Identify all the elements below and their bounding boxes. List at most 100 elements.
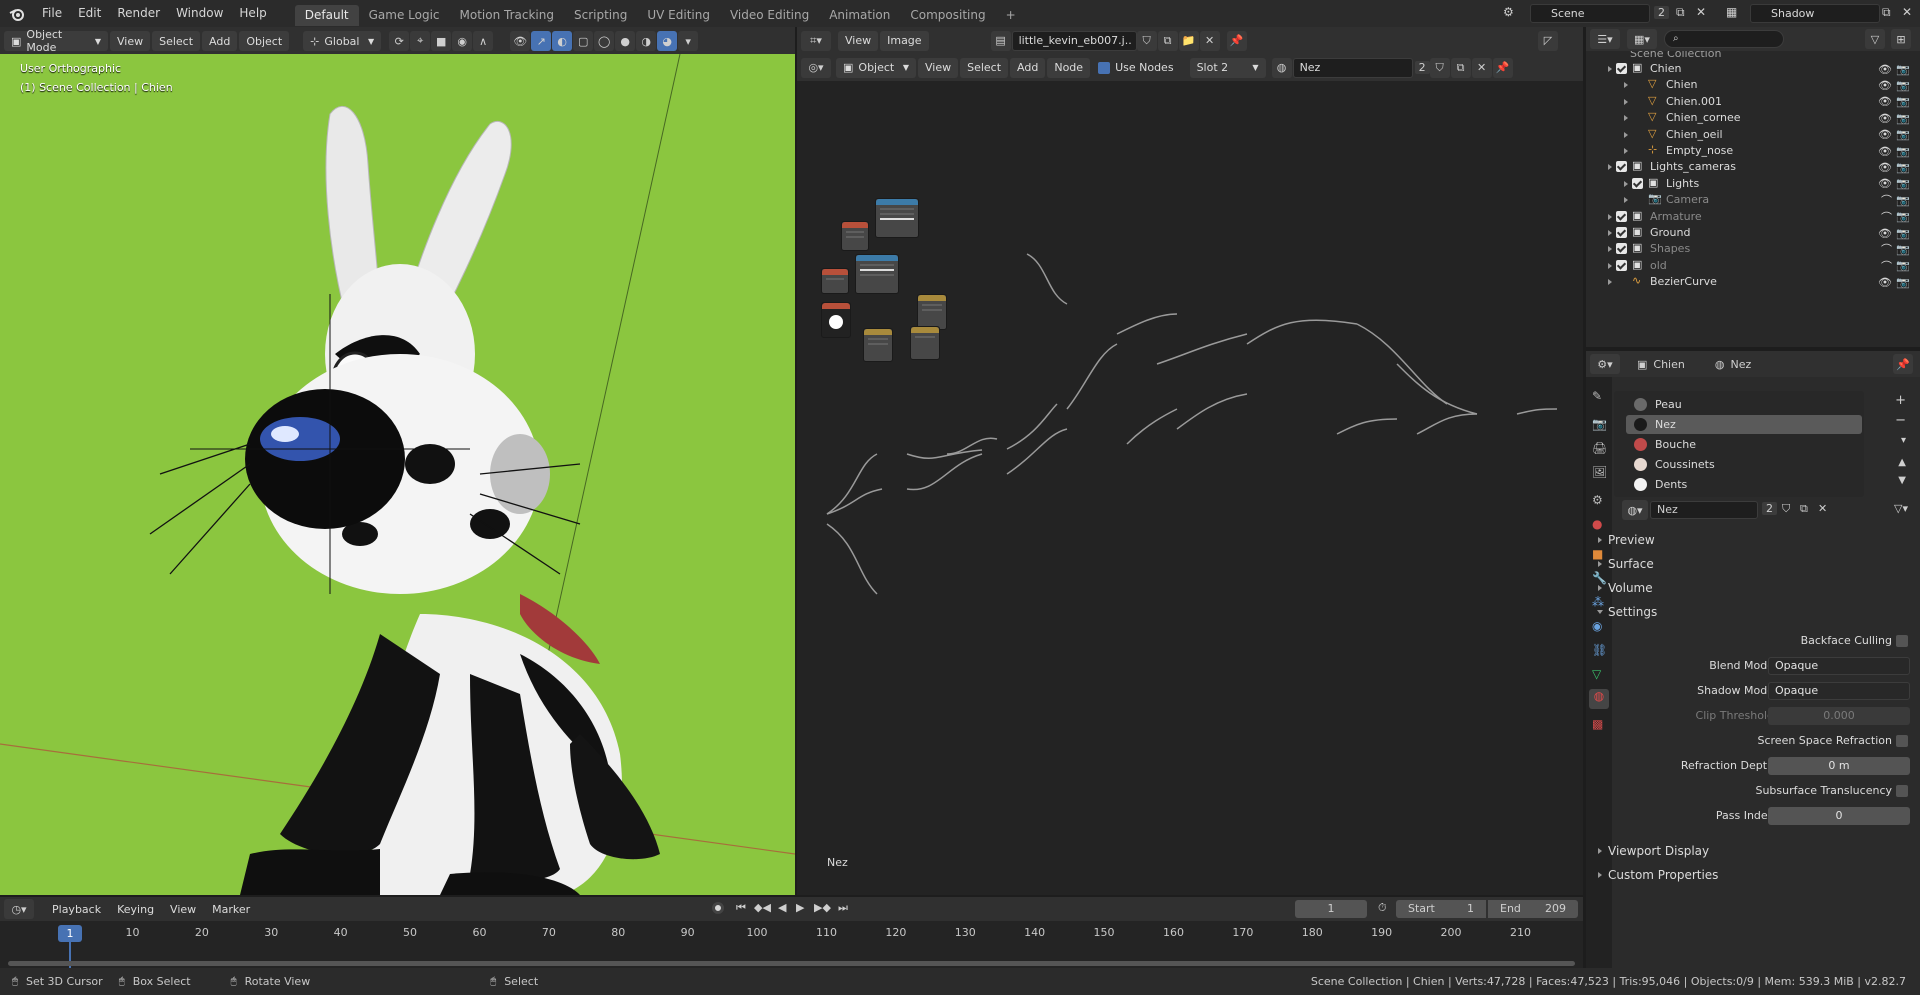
slot-specials-icon[interactable]: ▾ xyxy=(1901,435,1906,446)
blender-logo-icon[interactable] xyxy=(0,0,34,27)
expand-arrow-icon[interactable] xyxy=(1608,66,1612,72)
render-camera-icon[interactable]: 📷 xyxy=(1896,63,1910,76)
tab-animation[interactable]: Animation xyxy=(819,5,900,26)
new-image-icon[interactable]: ⧉ xyxy=(1157,30,1178,51)
scene-icon[interactable]: ⚙ xyxy=(1503,5,1514,19)
tab-video-editing[interactable]: Video Editing xyxy=(720,5,819,26)
image-menu-image[interactable]: Image xyxy=(880,30,929,51)
render-camera-icon[interactable]: 📷 xyxy=(1896,161,1910,174)
visibility-eye-icon[interactable]: 👁 xyxy=(1878,63,1892,76)
visibility-eye-icon[interactable]: 👁 xyxy=(1878,95,1892,108)
collection-checkbox[interactable] xyxy=(1616,161,1627,173)
menu-window[interactable]: Window xyxy=(168,0,231,27)
pin-icon[interactable]: 📌 xyxy=(1226,30,1247,51)
render-camera-icon[interactable]: 📷 xyxy=(1896,112,1910,125)
render-camera-icon[interactable]: 📷 xyxy=(1896,177,1910,190)
panel-volume[interactable]: Volume xyxy=(1586,577,1920,599)
visibility-icon[interactable]: 👁 xyxy=(510,31,531,51)
render-camera-icon[interactable]: 📷 xyxy=(1896,194,1910,207)
panel-viewport-display[interactable]: Viewport Display xyxy=(1586,840,1920,862)
play-icon[interactable]: ▶ xyxy=(796,901,804,914)
collection-checkbox[interactable] xyxy=(1616,259,1627,271)
outliner-row[interactable]: ∿ BezierCurve 👁 📷 xyxy=(1586,272,1920,292)
material-browse-icon[interactable]: ◍▾ xyxy=(1622,500,1648,520)
image-name-field[interactable]: little_kevin_eb007.j.. xyxy=(1011,30,1137,51)
snap-icon[interactable]: ⌖ xyxy=(410,31,431,51)
panel-preview[interactable]: Preview xyxy=(1586,529,1920,551)
collection-checkbox[interactable] xyxy=(1632,177,1643,189)
render-camera-icon[interactable]: 📷 xyxy=(1896,128,1910,141)
current-frame-field[interactable]: 1 xyxy=(1295,900,1367,918)
material-slot-item[interactable]: Bouche xyxy=(1626,435,1862,454)
expand-arrow-icon[interactable] xyxy=(1608,164,1612,171)
pass-index-field[interactable]: 0 xyxy=(1768,807,1910,825)
properties-type-icon[interactable]: ⚙▾ xyxy=(1590,354,1620,374)
delete-view-layer-icon[interactable]: ✕ xyxy=(1902,5,1912,19)
viewport-menu-add[interactable]: Add xyxy=(202,31,238,51)
start-frame-field[interactable]: Start 1 xyxy=(1396,900,1486,918)
image-display-icon[interactable]: ◸ xyxy=(1538,30,1558,51)
tab-game-logic[interactable]: Game Logic xyxy=(359,5,450,26)
expand-arrow-icon[interactable] xyxy=(1624,115,1628,122)
new-collection-icon[interactable]: ⊞ xyxy=(1891,29,1911,49)
record-icon[interactable] xyxy=(712,902,724,914)
visibility-eye-icon[interactable]: 👁 xyxy=(1878,177,1892,190)
view-layer-icon[interactable]: ▦ xyxy=(1726,5,1737,19)
image-menu-view[interactable]: View xyxy=(838,30,879,51)
shader-node[interactable] xyxy=(863,328,893,362)
timeline-type-icon[interactable]: ◷▾ xyxy=(4,899,34,919)
pin-icon[interactable]: 📌 xyxy=(1893,354,1913,374)
material-slot-item[interactable]: Nez xyxy=(1626,415,1862,434)
tab-compositing[interactable]: Compositing xyxy=(900,5,995,26)
shader-node[interactable] xyxy=(875,198,919,238)
render-camera-icon[interactable]: 📷 xyxy=(1896,145,1910,158)
move-slot-up-icon[interactable]: ▲ xyxy=(1898,457,1906,468)
tab-motion-tracking[interactable]: Motion Tracking xyxy=(450,5,564,26)
visibility-eye-icon[interactable]: 👁 xyxy=(1878,79,1892,92)
scene-selector[interactable]: Scene xyxy=(1530,4,1650,23)
expand-arrow-icon[interactable] xyxy=(1624,197,1628,204)
viewport-menu-select[interactable]: Select xyxy=(152,31,201,51)
orientation-dropdown[interactable]: ⊹ Global ▼ xyxy=(303,31,382,51)
tab-uv-editing[interactable]: UV Editing xyxy=(637,5,720,26)
viewport-menu-view[interactable]: View xyxy=(110,31,151,51)
pivot-icon[interactable]: ⟳ xyxy=(389,31,410,51)
fake-user-icon[interactable]: ⛉ xyxy=(1136,30,1157,51)
play-reverse-icon[interactable]: ◀ xyxy=(778,901,786,914)
panel-custom-properties[interactable]: Custom Properties xyxy=(1586,864,1920,886)
snap-target-icon[interactable]: ■ xyxy=(431,31,452,51)
display-mode-icon[interactable]: ▦▾ xyxy=(1627,29,1657,49)
menu-edit[interactable]: Edit xyxy=(70,0,109,27)
timeline-ruler[interactable]: 10 20 30 40 50 60 70 80 90 100 110 120 130 140 150 160 1… xyxy=(0,921,1583,968)
render-tab-icon[interactable]: 📷 xyxy=(1592,417,1607,431)
timeline-menu-keying[interactable]: Keying xyxy=(110,899,161,919)
xray-icon[interactable]: ▢ xyxy=(573,31,594,51)
visibility-eye-icon[interactable]: 👁 xyxy=(1878,112,1892,125)
shader-node[interactable] xyxy=(821,302,851,338)
timeline-menu-marker[interactable]: Marker xyxy=(205,899,257,919)
duplicate-material-icon[interactable]: ⧉ xyxy=(1800,502,1808,516)
tab-scripting[interactable]: Scripting xyxy=(564,5,637,26)
shading-options-icon[interactable]: ▾ xyxy=(678,31,699,51)
gizmo-icon[interactable]: ↗ xyxy=(531,31,552,51)
sss-checkbox[interactable] xyxy=(1896,785,1908,797)
remove-slot-icon[interactable]: − xyxy=(1895,413,1906,428)
open-image-icon[interactable]: 📁 xyxy=(1178,30,1199,51)
menu-help[interactable]: Help xyxy=(231,0,274,27)
viewport-menu-object[interactable]: Object xyxy=(239,31,290,51)
expand-arrow-icon[interactable] xyxy=(1624,98,1628,105)
unlink-image-icon[interactable]: ✕ xyxy=(1199,30,1220,51)
jump-keyframe-back-icon[interactable]: ◆◀ xyxy=(754,901,771,914)
expand-arrow-icon[interactable] xyxy=(1624,131,1628,138)
jump-end-icon[interactable]: ⏭ xyxy=(838,901,848,915)
expand-arrow-icon[interactable] xyxy=(1624,82,1628,89)
expand-arrow-icon[interactable] xyxy=(1624,148,1628,154)
expand-arrow-icon[interactable] xyxy=(1608,279,1612,286)
new-view-layer-icon[interactable]: ⧉ xyxy=(1882,5,1891,20)
move-slot-down-icon[interactable]: ▼ xyxy=(1898,475,1906,486)
node-editor-type-icon[interactable]: ⌗▾ xyxy=(801,30,831,51)
panel-surface[interactable]: Surface xyxy=(1586,553,1920,575)
jump-keyframe-forward-icon[interactable]: ▶◆ xyxy=(814,901,831,914)
object-mode-dropdown[interactable]: ▣ Object Mode ▼ xyxy=(4,28,108,54)
view-layer-selector[interactable]: Shadow xyxy=(1750,4,1880,23)
